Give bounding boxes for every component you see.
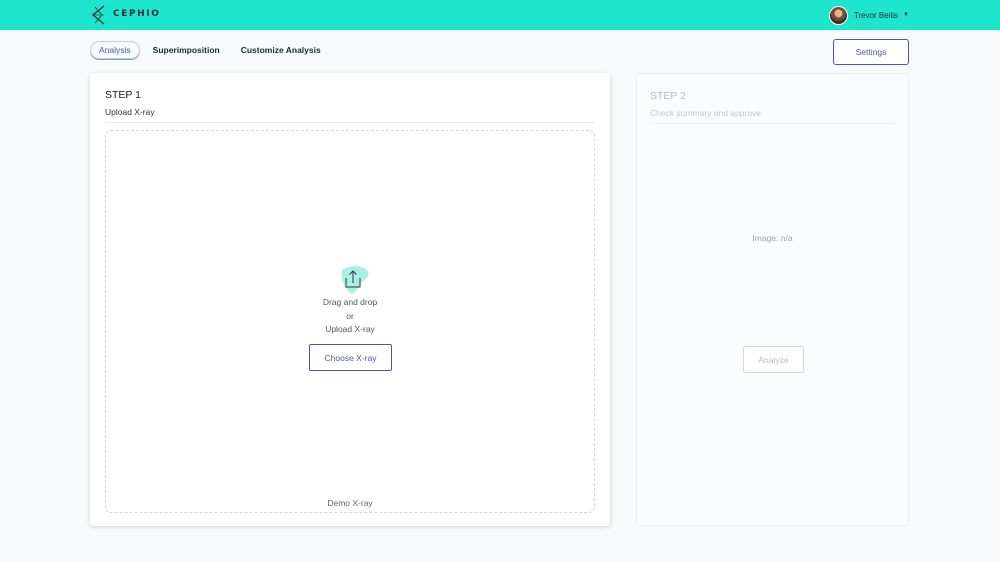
logo-mark-icon: [91, 5, 105, 25]
divider: [105, 122, 595, 123]
analyze-button[interactable]: Analyze: [743, 346, 804, 373]
settings-button[interactable]: Settings: [833, 39, 909, 65]
demo-xray-link[interactable]: Demo X-ray: [106, 498, 594, 508]
divider: [650, 123, 895, 124]
tab-customize-analysis[interactable]: Customize Analysis: [233, 42, 329, 58]
chevron-down-icon: ▼: [903, 12, 909, 18]
upload-xray-text: Upload X-ray: [325, 324, 375, 334]
upload-dropzone[interactable]: Drag and drop or Upload X-ray Choose X-r…: [105, 130, 595, 513]
tab-analysis[interactable]: Analysis: [90, 41, 140, 59]
choose-xray-button[interactable]: Choose X-ray: [309, 344, 392, 371]
step1-title: STEP 1: [105, 89, 141, 101]
avatar: [828, 5, 848, 25]
upload-icon: [341, 266, 369, 294]
tab-superimposition[interactable]: Superimposition: [145, 42, 228, 58]
logo-text: CEPHIO: [113, 9, 161, 19]
step1-subtitle: Upload X-ray: [105, 107, 155, 117]
or-text: or: [346, 311, 354, 321]
step2-title: STEP 2: [650, 90, 686, 102]
top-bar: CEPHIO Trevor Beilis ▼: [0, 0, 1000, 30]
cephio-logo[interactable]: CEPHIO: [90, 4, 160, 26]
step2-subtitle: Check summary and approve: [650, 108, 762, 118]
drag-drop-text: Drag and drop: [322, 297, 378, 307]
user-menu[interactable]: Trevor Beilis ▼: [828, 5, 909, 25]
step2-card: STEP 2 Check summary and approve Image: …: [636, 73, 909, 526]
user-name: Trevor Beilis: [853, 10, 899, 20]
nav-tabs: Analysis Superimposition Customize Analy…: [90, 41, 334, 59]
image-status: Image: n/a: [752, 233, 793, 243]
step1-card: STEP 1 Upload X-ray Drag and drop or Upl…: [90, 73, 610, 526]
